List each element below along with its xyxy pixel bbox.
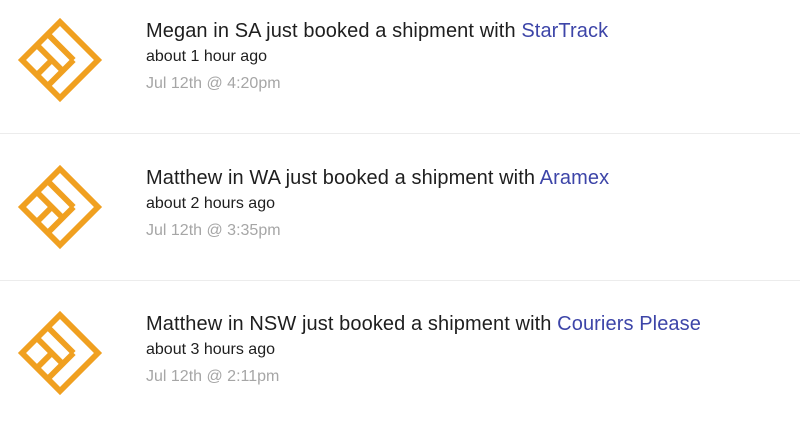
activity-feed: Megan in SA just booked a shipment with … (0, 0, 800, 423)
timestamp: Jul 12th @ 4:20pm (146, 75, 281, 92)
relative-time: about 3 hours ago (146, 341, 275, 358)
carrier-link[interactable]: Couriers Please (557, 313, 701, 335)
feed-item-text: Matthew in WA just booked a shipment wit… (146, 165, 609, 241)
relative-time: about 1 hour ago (146, 48, 267, 65)
feed-item-text: Matthew in NSW just booked a shipment wi… (146, 311, 701, 387)
timestamp: Jul 12th @ 2:11pm (146, 368, 280, 385)
relative-time: about 2 hours ago (146, 195, 275, 212)
carrier-link[interactable]: Aramex (540, 167, 610, 189)
brand-logo-icon (17, 164, 103, 250)
timestamp: Jul 12th @ 3:35pm (146, 222, 281, 239)
feed-item-headline: Matthew in NSW just booked a shipment wi… (146, 311, 701, 337)
feed-item: Matthew in NSW just booked a shipment wi… (0, 281, 800, 423)
headline-text: Matthew in WA just booked a shipment wit… (146, 167, 536, 189)
feed-item: Matthew in WA just booked a shipment wit… (0, 134, 800, 281)
feed-item-headline: Megan in SA just booked a shipment with … (146, 18, 608, 44)
feed-item-text: Megan in SA just booked a shipment with … (146, 18, 608, 94)
feed-item-headline: Matthew in WA just booked a shipment wit… (146, 165, 609, 191)
carrier-link[interactable]: StarTrack (521, 20, 608, 42)
brand-logo-icon (17, 17, 103, 103)
brand-logo-icon (17, 310, 103, 396)
headline-text: Megan in SA just booked a shipment with (146, 20, 516, 42)
feed-item: Megan in SA just booked a shipment with … (0, 0, 800, 134)
headline-text: Matthew in NSW just booked a shipment wi… (146, 313, 552, 335)
